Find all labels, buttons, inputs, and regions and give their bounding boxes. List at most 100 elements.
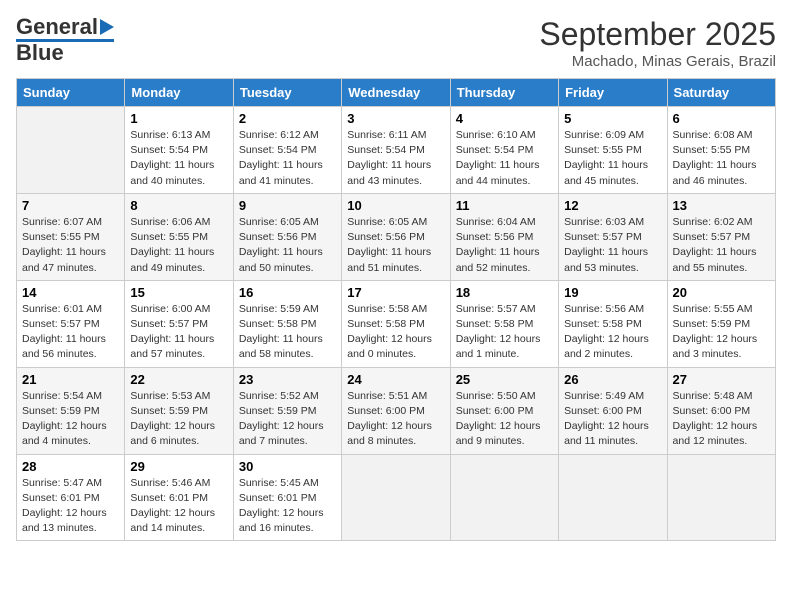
day-info: Sunrise: 6:05 AMSunset: 5:56 PMDaylight:… — [239, 215, 336, 276]
day-info: Sunrise: 5:52 AMSunset: 5:59 PMDaylight:… — [239, 389, 336, 450]
day-cell — [342, 454, 450, 541]
day-number: 19 — [564, 285, 661, 300]
day-number: 18 — [456, 285, 553, 300]
day-cell: 4Sunrise: 6:10 AMSunset: 5:54 PMDaylight… — [450, 107, 558, 194]
day-info: Sunrise: 6:00 AMSunset: 5:57 PMDaylight:… — [130, 302, 227, 363]
week-row-1: 1 Sunrise: 6:13 AMSunset: 5:54 PMDaylight… — [17, 107, 776, 194]
day-number: 27 — [673, 372, 770, 387]
day-cell: 25 Sunrise: 5:50 AMSunset: 6:00 PMDayligh… — [450, 367, 558, 454]
day-number: 26 — [564, 372, 661, 387]
logo: General Blue — [16, 16, 114, 64]
day-number: 10 — [347, 198, 444, 213]
day-cell: 26Sunrise: 5:49 AMSunset: 6:00 PMDayligh… — [559, 367, 667, 454]
month-title: September 2025 — [539, 16, 776, 53]
day-cell: 12Sunrise: 6:03 AMSunset: 5:57 PMDayligh… — [559, 193, 667, 280]
day-cell: 15Sunrise: 6:00 AMSunset: 5:57 PMDayligh… — [125, 280, 233, 367]
day-info: Sunrise: 6:13 AMSunset: 5:54 PMDaylight:… — [130, 128, 227, 189]
location: Machado, Minas Gerais, Brazil — [539, 53, 776, 70]
col-header-thursday: Thursday — [450, 79, 558, 107]
day-info: Sunrise: 6:09 AMSunset: 5:55 PMDaylight:… — [564, 128, 661, 189]
day-cell — [450, 454, 558, 541]
day-info: Sunrise: 5:53 AMSunset: 5:59 PMDaylight:… — [130, 389, 227, 450]
logo-arrow-icon — [100, 19, 114, 35]
day-info: Sunrise: 5:48 AMSunset: 6:00 PMDaylight:… — [673, 389, 770, 450]
day-number: 13 — [673, 198, 770, 213]
day-number: 17 — [347, 285, 444, 300]
day-cell: 29 Sunrise: 5:46 AMSunset: 6:01 PMDayligh… — [125, 454, 233, 541]
day-info: Sunrise: 5:55 AMSunset: 5:59 PMDaylight:… — [673, 302, 770, 363]
day-cell: 13 Sunrise: 6:02 AMSunset: 5:57 PMDayligh… — [667, 193, 775, 280]
title-block: September 2025 Machado, Minas Gerais, Br… — [539, 16, 776, 70]
day-cell: 30 Sunrise: 5:45 AMSunset: 6:01 PMDayligh… — [233, 454, 341, 541]
day-cell: 27 Sunrise: 5:48 AMSunset: 6:00 PMDayligh… — [667, 367, 775, 454]
day-info: Sunrise: 5:50 AMSunset: 6:00 PMDaylight:… — [456, 389, 553, 450]
day-cell: 14 Sunrise: 6:01 AMSunset: 5:57 PMDayligh… — [17, 280, 125, 367]
day-number: 16 — [239, 285, 336, 300]
day-cell: 2 Sunrise: 6:12 AMSunset: 5:54 PMDaylight… — [233, 107, 341, 194]
day-number: 29 — [130, 459, 227, 474]
calendar-body: 1 Sunrise: 6:13 AMSunset: 5:54 PMDaylight… — [17, 107, 776, 541]
day-cell: 28 Sunrise: 5:47 AMSunset: 6:01 PMDayligh… — [17, 454, 125, 541]
col-header-saturday: Saturday — [667, 79, 775, 107]
day-cell: 3 Sunrise: 6:11 AMSunset: 5:54 PMDaylight… — [342, 107, 450, 194]
day-info: Sunrise: 6:06 AMSunset: 5:55 PMDaylight:… — [130, 215, 227, 276]
day-number: 2 — [239, 111, 336, 126]
day-number: 28 — [22, 459, 119, 474]
day-info: Sunrise: 5:46 AMSunset: 6:01 PMDaylight:… — [130, 476, 227, 537]
day-cell: 1 Sunrise: 6:13 AMSunset: 5:54 PMDaylight… — [125, 107, 233, 194]
logo-general: General — [16, 16, 98, 38]
day-cell: 20Sunrise: 5:55 AMSunset: 5:59 PMDayligh… — [667, 280, 775, 367]
day-number: 23 — [239, 372, 336, 387]
day-cell: 6 Sunrise: 6:08 AMSunset: 5:55 PMDaylight… — [667, 107, 775, 194]
day-number: 5 — [564, 111, 661, 126]
day-number: 7 — [22, 198, 119, 213]
day-cell: 11 Sunrise: 6:04 AMSunset: 5:56 PMDayligh… — [450, 193, 558, 280]
day-cell: 17Sunrise: 5:58 AMSunset: 5:58 PMDayligh… — [342, 280, 450, 367]
day-cell: 10 Sunrise: 6:05 AMSunset: 5:56 PMDayligh… — [342, 193, 450, 280]
day-number: 6 — [673, 111, 770, 126]
day-cell: 16 Sunrise: 5:59 AMSunset: 5:58 PMDayligh… — [233, 280, 341, 367]
day-info: Sunrise: 6:04 AMSunset: 5:56 PMDaylight:… — [456, 215, 553, 276]
day-info: Sunrise: 5:56 AMSunset: 5:58 PMDaylight:… — [564, 302, 661, 363]
day-info: Sunrise: 5:47 AMSunset: 6:01 PMDaylight:… — [22, 476, 119, 537]
col-header-friday: Friday — [559, 79, 667, 107]
day-cell: 7 Sunrise: 6:07 AMSunset: 5:55 PMDaylight… — [17, 193, 125, 280]
day-cell: 22 Sunrise: 5:53 AMSunset: 5:59 PMDayligh… — [125, 367, 233, 454]
page-header: General Blue September 2025 Machado, Min… — [16, 16, 776, 70]
week-row-2: 7 Sunrise: 6:07 AMSunset: 5:55 PMDaylight… — [17, 193, 776, 280]
day-cell — [559, 454, 667, 541]
day-info: Sunrise: 6:01 AMSunset: 5:57 PMDaylight:… — [22, 302, 119, 363]
day-info: Sunrise: 6:07 AMSunset: 5:55 PMDaylight:… — [22, 215, 119, 276]
day-info: Sunrise: 6:08 AMSunset: 5:55 PMDaylight:… — [673, 128, 770, 189]
day-number: 25 — [456, 372, 553, 387]
day-info: Sunrise: 5:51 AMSunset: 6:00 PMDaylight:… — [347, 389, 444, 450]
day-cell — [17, 107, 125, 194]
day-number: 4 — [456, 111, 553, 126]
col-header-sunday: Sunday — [17, 79, 125, 107]
day-number: 22 — [130, 372, 227, 387]
day-info: Sunrise: 6:05 AMSunset: 5:56 PMDaylight:… — [347, 215, 444, 276]
day-number: 14 — [22, 285, 119, 300]
day-info: Sunrise: 5:57 AMSunset: 5:58 PMDaylight:… — [456, 302, 553, 363]
day-number: 3 — [347, 111, 444, 126]
day-number: 30 — [239, 459, 336, 474]
day-number: 8 — [130, 198, 227, 213]
day-cell: 19 Sunrise: 5:56 AMSunset: 5:58 PMDayligh… — [559, 280, 667, 367]
week-row-4: 21Sunrise: 5:54 AMSunset: 5:59 PMDayligh… — [17, 367, 776, 454]
logo-blue: Blue — [16, 42, 64, 64]
calendar-header-row: SundayMondayTuesdayWednesdayThursdayFrid… — [17, 79, 776, 107]
day-cell — [667, 454, 775, 541]
col-header-wednesday: Wednesday — [342, 79, 450, 107]
day-cell: 9 Sunrise: 6:05 AMSunset: 5:56 PMDaylight… — [233, 193, 341, 280]
day-info: Sunrise: 6:02 AMSunset: 5:57 PMDaylight:… — [673, 215, 770, 276]
day-number: 11 — [456, 198, 553, 213]
day-info: Sunrise: 6:11 AMSunset: 5:54 PMDaylight:… — [347, 128, 444, 189]
week-row-3: 14 Sunrise: 6:01 AMSunset: 5:57 PMDayligh… — [17, 280, 776, 367]
day-info: Sunrise: 5:59 AMSunset: 5:58 PMDaylight:… — [239, 302, 336, 363]
day-info: Sunrise: 5:45 AMSunset: 6:01 PMDaylight:… — [239, 476, 336, 537]
col-header-monday: Monday — [125, 79, 233, 107]
day-number: 9 — [239, 198, 336, 213]
day-number: 1 — [130, 111, 227, 126]
day-info: Sunrise: 6:12 AMSunset: 5:54 PMDaylight:… — [239, 128, 336, 189]
day-cell: 8 Sunrise: 6:06 AMSunset: 5:55 PMDaylight… — [125, 193, 233, 280]
